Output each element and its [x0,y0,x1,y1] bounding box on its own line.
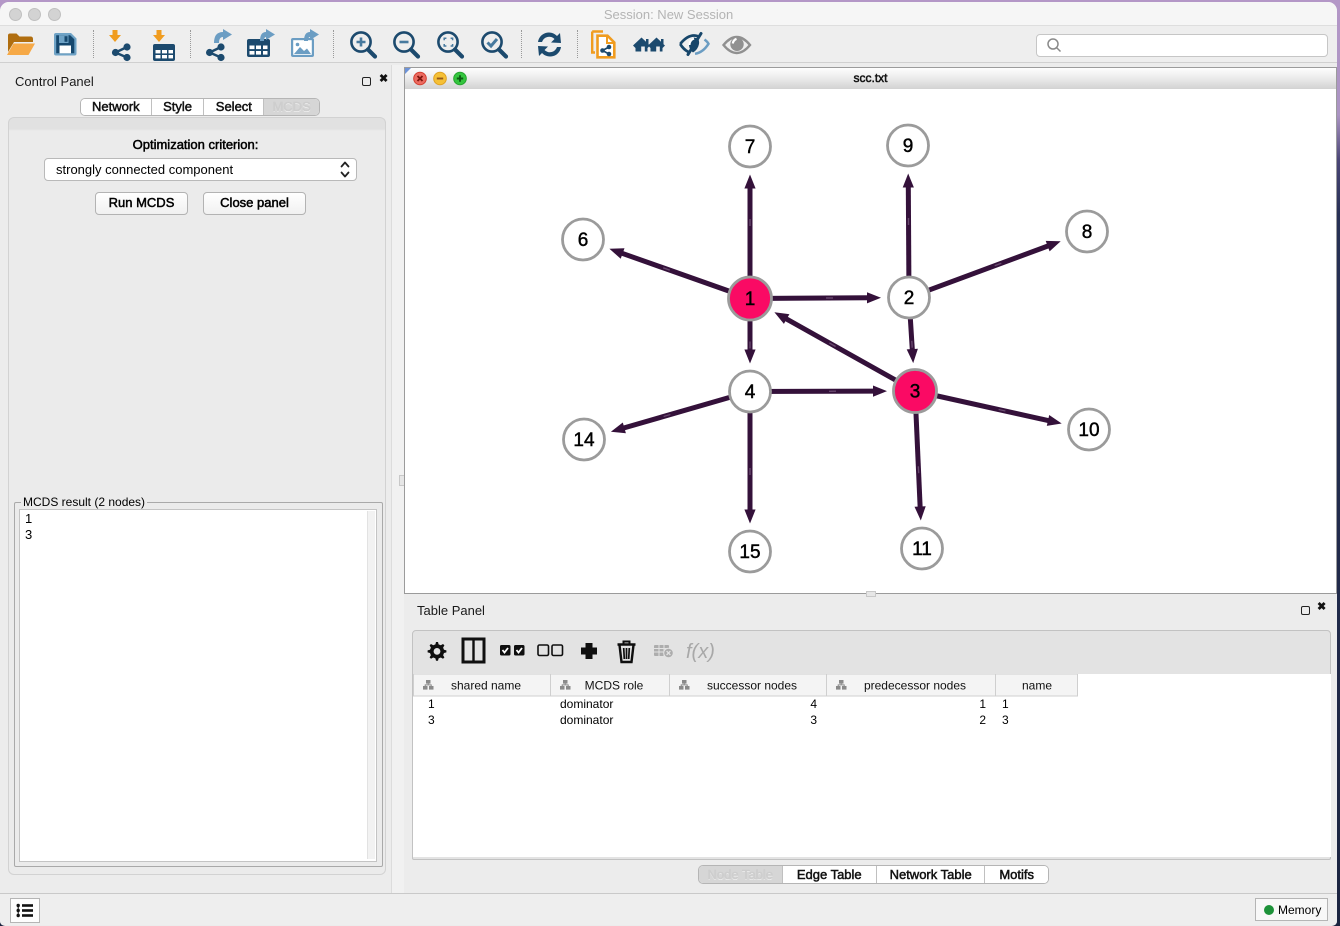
svg-text:successor nodes: successor nodes [707,679,797,693]
svg-text:8: 8 [1082,222,1093,243]
svg-text:dominator: dominator [560,697,613,711]
svg-text:3: 3 [428,713,435,727]
svg-text:4: 4 [810,697,817,711]
svg-text:6: 6 [578,230,589,251]
svg-text:MCDS role: MCDS role [585,679,644,693]
svg-text:2: 2 [904,288,915,309]
svg-text:shared name: shared name [451,679,521,693]
svg-text:10: 10 [1078,420,1099,441]
svg-text:predecessor nodes: predecessor nodes [864,679,966,693]
svg-text:15: 15 [739,542,760,563]
svg-text:3: 3 [910,382,921,403]
svg-text:7: 7 [745,137,756,158]
svg-text:1: 1 [1002,697,1009,711]
svg-text:1: 1 [428,697,435,711]
svg-text:1: 1 [979,697,986,711]
svg-text:4: 4 [745,382,756,403]
svg-text:11: 11 [912,539,932,560]
svg-text:f(x): f(x) [686,641,715,663]
svg-text:9: 9 [903,136,914,157]
svg-text:3: 3 [810,713,817,727]
svg-text:dominator: dominator [560,713,613,727]
svg-text:3: 3 [1002,713,1009,727]
svg-text:14: 14 [573,430,595,451]
svg-text:name: name [1022,679,1052,693]
svg-text:1: 1 [745,289,756,310]
svg-text:2: 2 [979,713,986,727]
